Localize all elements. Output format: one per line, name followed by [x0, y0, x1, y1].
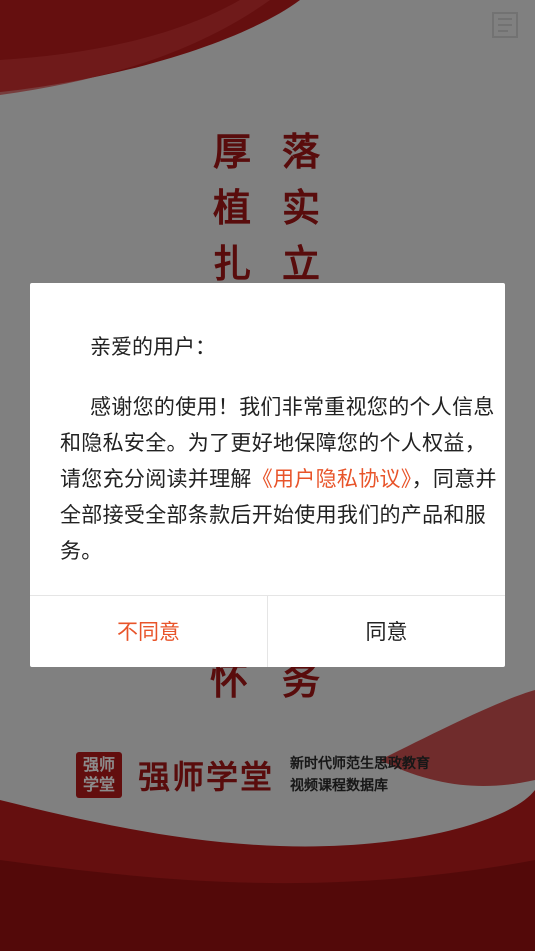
agree-button[interactable]: 同意 — [268, 595, 505, 667]
decline-button[interactable]: 不同意 — [30, 595, 267, 667]
dialog-body: 感谢您的使用！我们非常重视您的个人信息和隐私安全。为了更好地保障您的个人权益，请… — [60, 390, 498, 570]
dialog-greeting: 亲爱的用户： — [90, 336, 216, 359]
privacy-dialog: 亲爱的用户： 感谢您的使用！我们非常重视您的个人信息和隐私安全。为了更好地保障您… — [30, 283, 505, 667]
privacy-policy-link[interactable]: 《用户隐私协议》 — [252, 468, 412, 491]
